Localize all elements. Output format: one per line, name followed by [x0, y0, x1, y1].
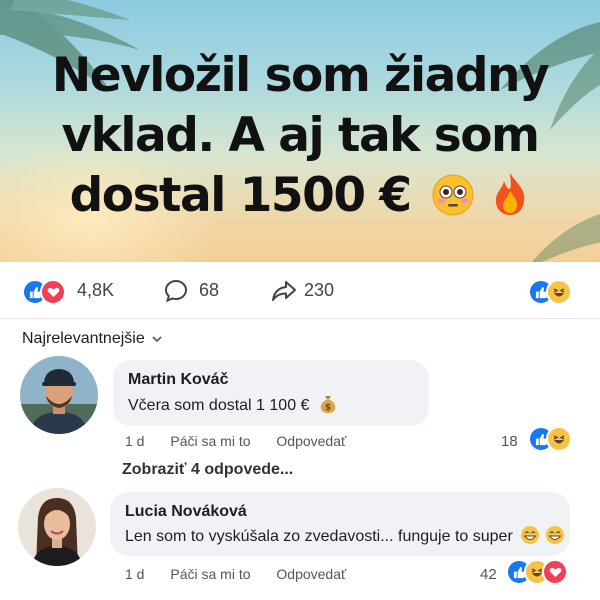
comment-bubble[interactable]: Martin Kováč Včera som dostal 1 100 € $: [113, 360, 429, 426]
comment-count: 68: [199, 280, 220, 300]
share-icon[interactable]: [270, 278, 298, 304]
comment-actions: 1 d Páči sa mi to Odpovedať: [125, 566, 368, 582]
share-count: 230: [304, 280, 335, 300]
sort-dropdown[interactable]: Najrelevantnejšie: [22, 330, 163, 348]
man-avatar-icon: [20, 356, 98, 434]
comment-time: 1 d: [125, 566, 145, 582]
haha-reaction-icon: [546, 426, 572, 452]
grinning-face-icon: [521, 525, 540, 544]
love-reaction-icon: [40, 279, 66, 305]
comment-time: 1 d: [125, 433, 145, 449]
comment-reactions[interactable]: [528, 426, 578, 452]
comment-author[interactable]: Martin Kováč: [128, 371, 228, 389]
comment-text: Včera som dostal 1 100 € $: [128, 395, 338, 415]
like-button[interactable]: Páči sa mi to: [170, 566, 250, 582]
reaction-count: 4,8K: [77, 280, 115, 300]
avatar[interactable]: [20, 356, 98, 434]
flushed-face-icon: [432, 174, 474, 215]
woman-avatar-icon: [18, 488, 96, 566]
svg-text:$: $: [325, 403, 331, 413]
fire-icon: [496, 172, 525, 215]
reaction-summary-right[interactable]: [528, 279, 578, 305]
reply-button[interactable]: Odpovedať: [276, 433, 346, 449]
comment-text-content: Včera som dostal 1 100 €: [128, 397, 310, 414]
comment-author[interactable]: Lucia Nováková: [125, 503, 247, 521]
comment-bubble[interactable]: Lucia Nováková Len som to vyskúšala zo z…: [110, 492, 570, 556]
comment-actions: 1 d Páči sa mi to Odpovedať: [125, 433, 368, 449]
sort-label: Najrelevantnejšie: [22, 330, 145, 347]
haha-reaction-icon: [546, 279, 572, 305]
headline-line-3: dostal 1500 €: [0, 166, 600, 226]
headline-line-2: vklad. A aj tak som: [61, 108, 540, 163]
headline-line-3-text: dostal 1500 €: [69, 168, 412, 223]
stats-bar: 4,8K 68 230: [0, 266, 600, 319]
money-bag-icon: $: [320, 395, 336, 413]
comment-icon[interactable]: [163, 278, 189, 304]
chevron-down-icon: [152, 336, 162, 343]
comment-text-content: Len som to vyskúšala zo zvedavosti... fu…: [125, 528, 513, 545]
love-reaction-icon: [542, 559, 568, 585]
comment-reactions[interactable]: [506, 559, 578, 585]
comment-reaction-count: 18: [501, 433, 518, 450]
view-replies-link[interactable]: Zobraziť 4 odpovede...: [122, 461, 293, 479]
grinning-face-icon: [545, 525, 564, 544]
like-button[interactable]: Páči sa mi to: [170, 433, 250, 449]
headline-line-1: Nevložil som žiadny: [51, 48, 550, 103]
reply-button[interactable]: Odpovedať: [276, 566, 346, 582]
reaction-summary[interactable]: [22, 279, 72, 305]
comment-text: Len som to vyskúšala zo zvedavosti... fu…: [125, 525, 565, 546]
avatar[interactable]: [18, 488, 96, 566]
comment-reaction-count: 42: [480, 566, 497, 583]
hero-banner: Nevložil som žiadny vklad. A aj tak som …: [0, 0, 600, 262]
headline: Nevložil som žiadny vklad. A aj tak som …: [0, 46, 600, 226]
